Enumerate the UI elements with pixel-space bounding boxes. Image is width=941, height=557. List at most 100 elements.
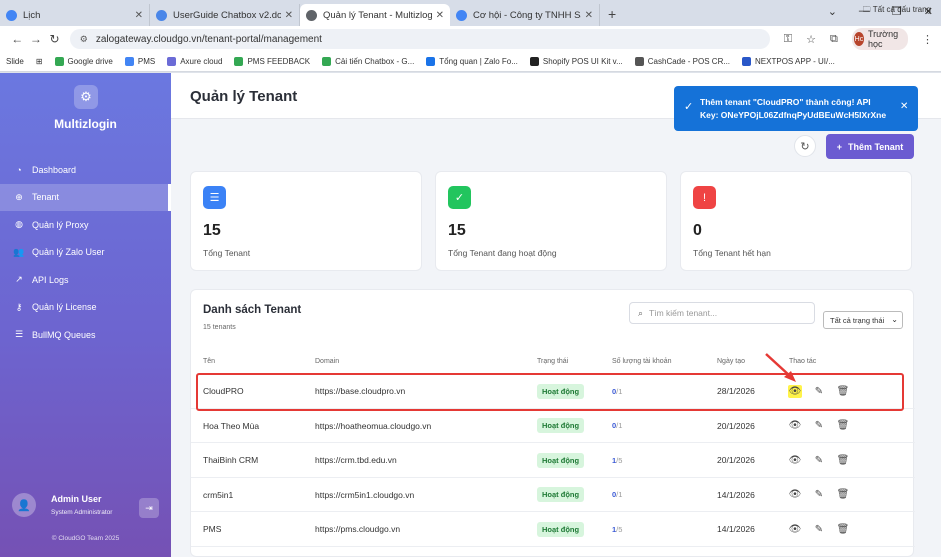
created-date: 14/1/2026 bbox=[717, 489, 755, 500]
bookmark-label: Axure cloud bbox=[180, 57, 223, 66]
sidebar-item-tenant[interactable]: ⊕ Tenant bbox=[0, 183, 171, 211]
row-actions: 👁 ✎ 🗑 bbox=[788, 409, 850, 444]
status-badge: Hoạt động bbox=[537, 418, 585, 434]
browser-tab[interactable]: Cơ hội - Công ty TNHH Sài Gòn ✕ bbox=[450, 4, 600, 26]
logout-button[interactable]: ⇥ bbox=[139, 498, 159, 518]
sidebar-item-api-logs[interactable]: ↗ API Logs bbox=[0, 266, 171, 294]
search-input[interactable]: ⌕ Tìm kiếm tenant... bbox=[629, 302, 815, 324]
view-icon[interactable]: 👁 bbox=[788, 420, 802, 431]
dashboard-icon: ◔ bbox=[16, 164, 22, 175]
view-icon[interactable]: 👁 bbox=[788, 455, 802, 466]
edit-icon[interactable]: ✎ bbox=[812, 420, 826, 431]
bookmark-label: Shopify POS UI Kit v... bbox=[542, 57, 623, 66]
users-icon: 👥 bbox=[13, 246, 25, 257]
bookmark-star-icon[interactable]: ☆ bbox=[806, 33, 816, 46]
all-bookmarks[interactable]: 🗀 Tất cả dấu trang bbox=[863, 4, 931, 18]
stat-card: ! 0 Tổng Tenant hết hạn bbox=[680, 171, 912, 271]
back-icon[interactable]: ← bbox=[8, 32, 27, 46]
sidebar-item-quản-lý-license[interactable]: ⚷ Quản lý License bbox=[0, 294, 171, 322]
sidebar-item-quản-lý-zalo-user[interactable]: 👥 Quản lý Zalo User bbox=[0, 239, 171, 267]
tenant-name: Hoa Theo Mùa bbox=[203, 420, 260, 431]
sidebar-item-dashboard[interactable]: ◔ Dashboard bbox=[0, 156, 171, 184]
tab-close-icon[interactable]: ✕ bbox=[285, 10, 293, 21]
bookmark-item[interactable]: PMS FEEDBACK bbox=[234, 57, 310, 66]
status-filter-value: Tất cả trạng thái bbox=[830, 315, 885, 325]
stat-value: 15 bbox=[448, 222, 466, 239]
delete-icon[interactable]: 🗑 bbox=[836, 489, 850, 500]
sidebar-item-quản-lý-proxy[interactable]: ◍ Quản lý Proxy bbox=[0, 211, 171, 239]
tab-search-icon[interactable]: ⌄ bbox=[828, 5, 837, 18]
menu-icon[interactable]: ⋮ bbox=[922, 33, 933, 46]
bookmark-item[interactable]: Tổng quan | Zalo Fo... bbox=[426, 57, 518, 66]
bookmark-label: PMS FEEDBACK bbox=[247, 57, 311, 66]
refresh-button[interactable]: ↻ bbox=[794, 135, 816, 157]
user-box: 👤 Admin User System Administrator bbox=[12, 493, 112, 517]
column-header: Số lượng tài khoản bbox=[612, 358, 672, 365]
edit-icon[interactable]: ✎ bbox=[812, 455, 826, 466]
bookmark-favicon-icon bbox=[124, 57, 134, 66]
bookmark-favicon-icon bbox=[426, 57, 436, 66]
password-key-icon[interactable]: ⚿ bbox=[784, 33, 792, 46]
globe-icon: ◍ bbox=[15, 219, 23, 230]
chart-icon: ↗ bbox=[15, 274, 23, 285]
view-icon[interactable]: 👁 bbox=[788, 524, 802, 535]
bookmark-favicon-icon bbox=[167, 57, 177, 66]
list-icon: ☰ bbox=[203, 186, 226, 209]
browser-tab[interactable]: UserGuide Chatbox v2.docx - Goo ✕ bbox=[150, 4, 300, 26]
sidebar-item-label: Tenant bbox=[32, 192, 60, 203]
toast-close-button[interactable]: ✕ bbox=[900, 101, 908, 114]
check-icon: ✓ bbox=[448, 186, 471, 209]
sidebar-item-label: Quản lý License bbox=[32, 302, 97, 313]
status-filter-select[interactable]: Tất cả trạng thái ⌄ bbox=[823, 311, 903, 329]
url-text: zalogateway.cloudgo.vn/tenant-portal/man… bbox=[95, 33, 322, 45]
url-input[interactable]: ⚙ zalogateway.cloudgo.vn/tenant-portal/m… bbox=[69, 29, 770, 49]
account-total: 5 bbox=[618, 455, 623, 465]
forward-icon[interactable]: → bbox=[27, 32, 46, 46]
sidebar-menu: ◔ Dashboard ⊕ Tenant ◍ Quản lý Proxy 👥 Quản lý … bbox=[0, 156, 171, 349]
app-root: ⚙ Multizlogin ◔ Dashboard ⊕ Tenant ◍ Quản lý … bbox=[0, 73, 941, 557]
extensions-icon[interactable]: ⧉ bbox=[830, 33, 838, 46]
tab-title: Lịch bbox=[23, 9, 41, 21]
created-date: 14/1/2026 bbox=[717, 524, 755, 535]
user-name: Admin User bbox=[51, 494, 102, 504]
stat-label: Tổng Tenant hết hạn bbox=[693, 248, 771, 258]
reload-icon[interactable]: ↻ bbox=[45, 32, 64, 46]
edit-icon[interactable]: ✎ bbox=[812, 489, 826, 500]
view-icon[interactable]: 👁 bbox=[788, 489, 802, 500]
stat-card: ☰ 15 Tổng Tenant bbox=[190, 171, 422, 271]
delete-icon[interactable]: 🗑 bbox=[836, 455, 850, 466]
bookmark-item[interactable]: NEXTPOS APP - UI/... bbox=[742, 57, 835, 66]
add-tenant-button[interactable]: + Thêm Tenant bbox=[826, 134, 914, 159]
bookmark-item[interactable]: PMS bbox=[124, 57, 155, 66]
bookmark-label: NEXTPOS APP - UI/... bbox=[755, 57, 835, 66]
edit-icon[interactable]: ✎ bbox=[812, 524, 826, 535]
delete-icon[interactable]: 🗑 bbox=[836, 524, 850, 535]
all-bookmarks-label: Tất cả dấu trang bbox=[872, 5, 931, 14]
column-header: Domain bbox=[315, 358, 340, 365]
column-header: Tên bbox=[203, 358, 216, 365]
column-header: Ngày tạo bbox=[717, 358, 746, 365]
site-info-icon[interactable]: ⚙ bbox=[80, 34, 88, 45]
profile-button[interactable]: Hc Trường học bbox=[851, 28, 908, 50]
key-icon: ⚷ bbox=[15, 301, 23, 312]
tenant-domain: https://crm5in1.cloudgo.vn bbox=[315, 489, 415, 500]
bookmark-item[interactable]: Axure cloud bbox=[167, 57, 222, 66]
bookmark-item[interactable]: Slide bbox=[6, 57, 24, 66]
bookmark-item[interactable]: Shopify POS UI Kit v... bbox=[529, 57, 623, 66]
bookmark-item[interactable]: CashCade - POS CR... bbox=[634, 57, 730, 66]
bookmark-label: Tổng quan | Zalo Fo... bbox=[439, 57, 518, 66]
tab-close-icon[interactable]: ✕ bbox=[135, 10, 143, 21]
sidebar-item-bullmq-queues[interactable]: ☰ BullMQ Queues bbox=[0, 321, 171, 349]
stat-card: ✓ 15 Tổng Tenant đang hoạt động bbox=[435, 171, 667, 271]
row-actions: 👁 ✎ 🗑 bbox=[788, 478, 850, 513]
new-tab-icon[interactable]: + bbox=[608, 6, 616, 22]
browser-tab[interactable]: Quản lý Tenant - Multizlogin ✕ bbox=[300, 4, 450, 26]
browser-tab[interactable]: Lịch ✕ bbox=[0, 4, 150, 26]
table-row: ThaiBinh CRM https://crm.tbd.edu.vn Hoạt đ… bbox=[191, 443, 915, 478]
delete-icon[interactable]: 🗑 bbox=[836, 420, 850, 431]
apps-grid-icon[interactable]: ⊞ bbox=[36, 57, 43, 66]
bookmark-item[interactable]: Google drive bbox=[54, 57, 113, 66]
bookmark-item[interactable]: Cải tiến Chatbox - G... bbox=[322, 57, 414, 66]
tab-close-icon[interactable]: ✕ bbox=[585, 10, 593, 21]
tab-close-icon[interactable]: ✕ bbox=[436, 10, 444, 21]
